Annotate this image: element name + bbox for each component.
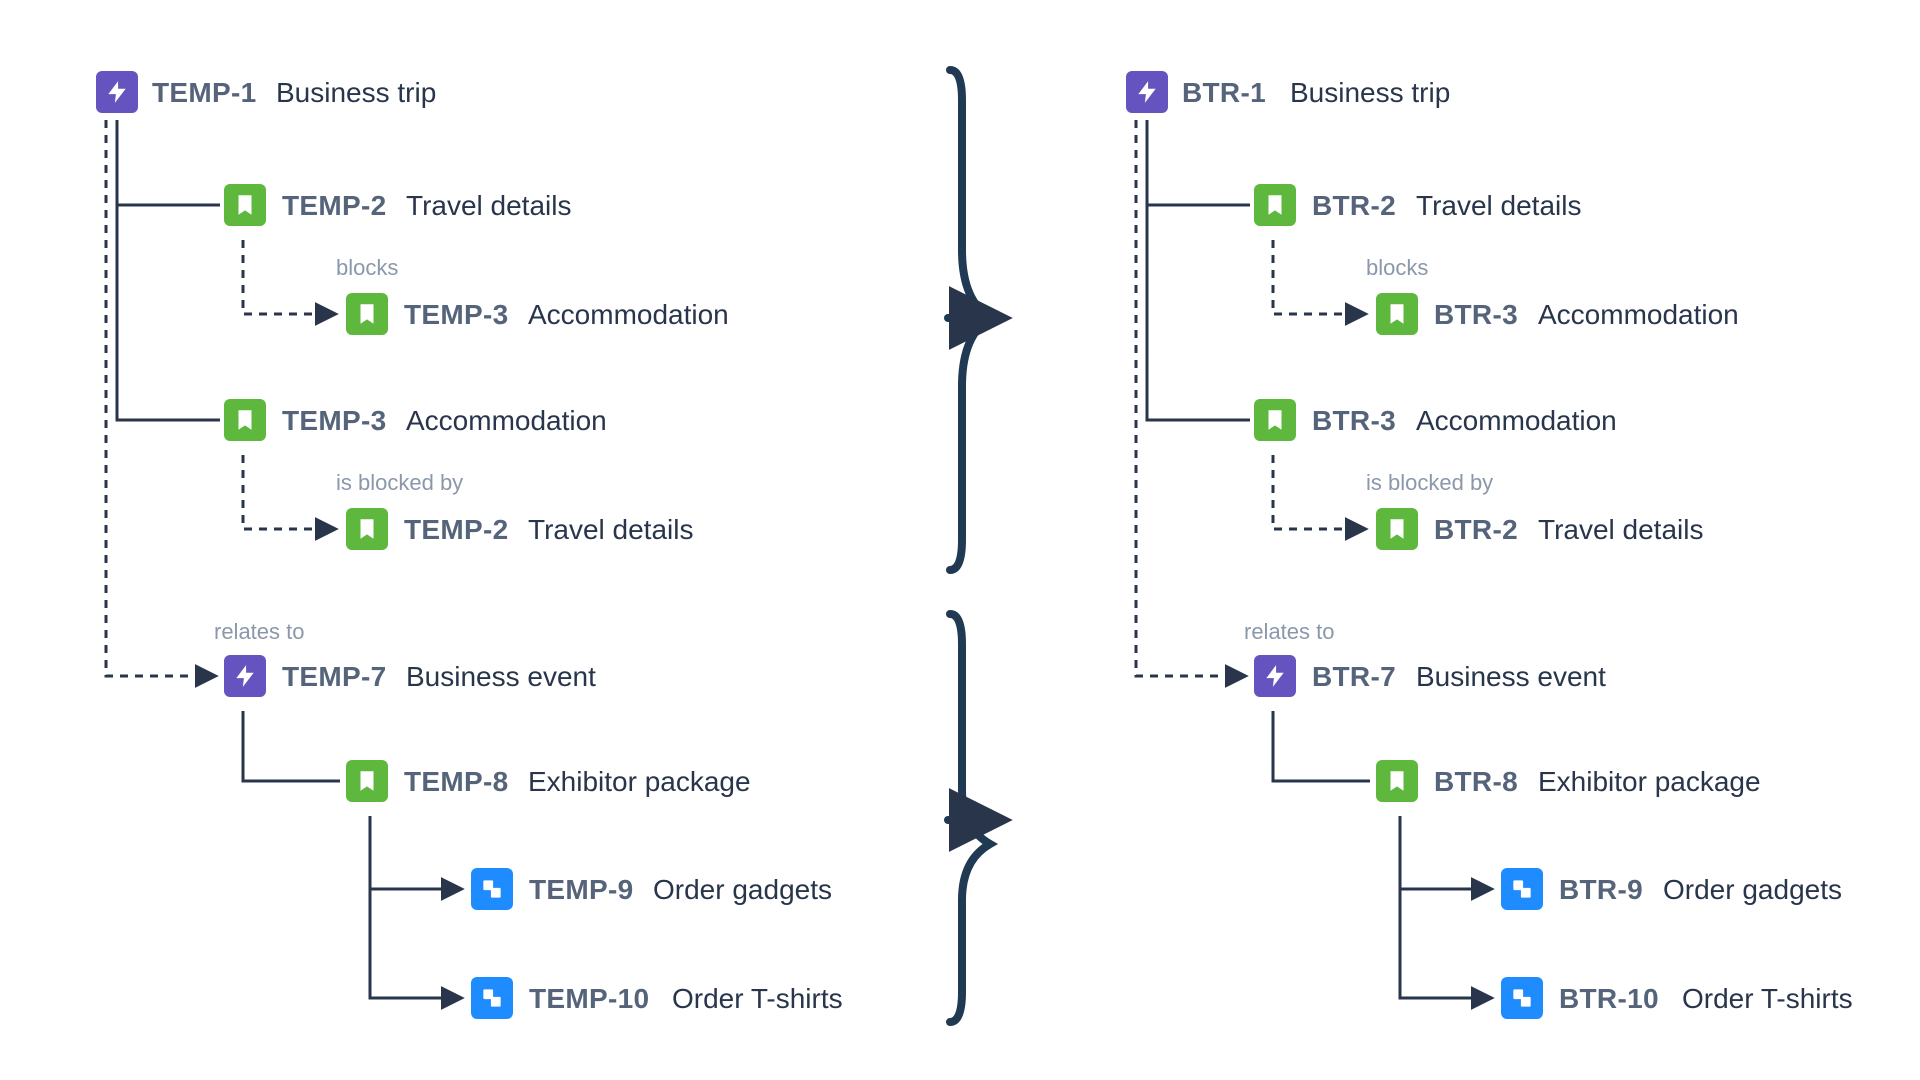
issue-key: BTR-3 <box>1312 405 1396 437</box>
story-icon <box>1254 399 1296 441</box>
issue-title: Business event <box>406 661 596 693</box>
issue-title: Exhibitor package <box>1538 766 1761 798</box>
issue-title: Business event <box>1416 661 1606 693</box>
issue-title: Order T-shirts <box>672 983 843 1015</box>
issue-key: TEMP-3 <box>282 405 386 437</box>
link-label: blocks <box>1366 255 1428 281</box>
issue-title: Order T-shirts <box>1682 983 1853 1015</box>
issue-title: Exhibitor package <box>528 766 751 798</box>
issue-key: BTR-9 <box>1559 874 1643 906</box>
epic-icon <box>1254 655 1296 697</box>
story-icon <box>1376 293 1418 335</box>
link-label: is blocked by <box>1366 470 1493 496</box>
issue-title: Order gadgets <box>653 874 832 906</box>
issue-key: BTR-3 <box>1434 299 1518 331</box>
issue-key: TEMP-2 <box>282 190 386 222</box>
story-icon <box>346 760 388 802</box>
link-label: is blocked by <box>336 470 463 496</box>
issue-key: TEMP-3 <box>404 299 508 331</box>
story-icon <box>346 508 388 550</box>
issue-key: TEMP-9 <box>529 874 633 906</box>
issue-key: BTR-2 <box>1312 190 1396 222</box>
issue-title: Accommodation <box>1416 405 1617 437</box>
issue-title: Travel details <box>1416 190 1581 222</box>
story-icon <box>346 293 388 335</box>
issue-title: Order gadgets <box>1663 874 1842 906</box>
issue-key: BTR-2 <box>1434 514 1518 546</box>
link-label: relates to <box>1244 619 1335 645</box>
link-label: blocks <box>336 255 398 281</box>
issue-title: Business trip <box>276 77 436 109</box>
issue-title: Business trip <box>1290 77 1450 109</box>
task-icon <box>1501 977 1543 1019</box>
epic-icon <box>96 71 138 113</box>
diagram-canvas: { "left": { "n1": {"key":"TEMP-1","title… <box>0 0 1920 1080</box>
issue-key: BTR-7 <box>1312 661 1396 693</box>
task-icon <box>471 977 513 1019</box>
issue-title: Travel details <box>1538 514 1703 546</box>
issue-key: TEMP-7 <box>282 661 386 693</box>
issue-key: TEMP-1 <box>152 77 256 109</box>
issue-title: Accommodation <box>1538 299 1739 331</box>
issue-title: Travel details <box>528 514 693 546</box>
issue-title: Accommodation <box>528 299 729 331</box>
issue-key: TEMP-2 <box>404 514 508 546</box>
story-icon <box>224 399 266 441</box>
story-icon <box>1376 760 1418 802</box>
task-icon <box>1501 868 1543 910</box>
task-icon <box>471 868 513 910</box>
issue-title: Travel details <box>406 190 571 222</box>
issue-key: BTR-8 <box>1434 766 1518 798</box>
story-icon <box>1376 508 1418 550</box>
issue-key: BTR-1 <box>1182 77 1266 109</box>
epic-icon <box>224 655 266 697</box>
story-icon <box>224 184 266 226</box>
issue-title: Accommodation <box>406 405 607 437</box>
link-label: relates to <box>214 619 305 645</box>
issue-key: TEMP-10 <box>529 983 649 1015</box>
issue-key: BTR-10 <box>1559 983 1659 1015</box>
story-icon <box>1254 184 1296 226</box>
issue-key: TEMP-8 <box>404 766 508 798</box>
epic-icon <box>1126 71 1168 113</box>
